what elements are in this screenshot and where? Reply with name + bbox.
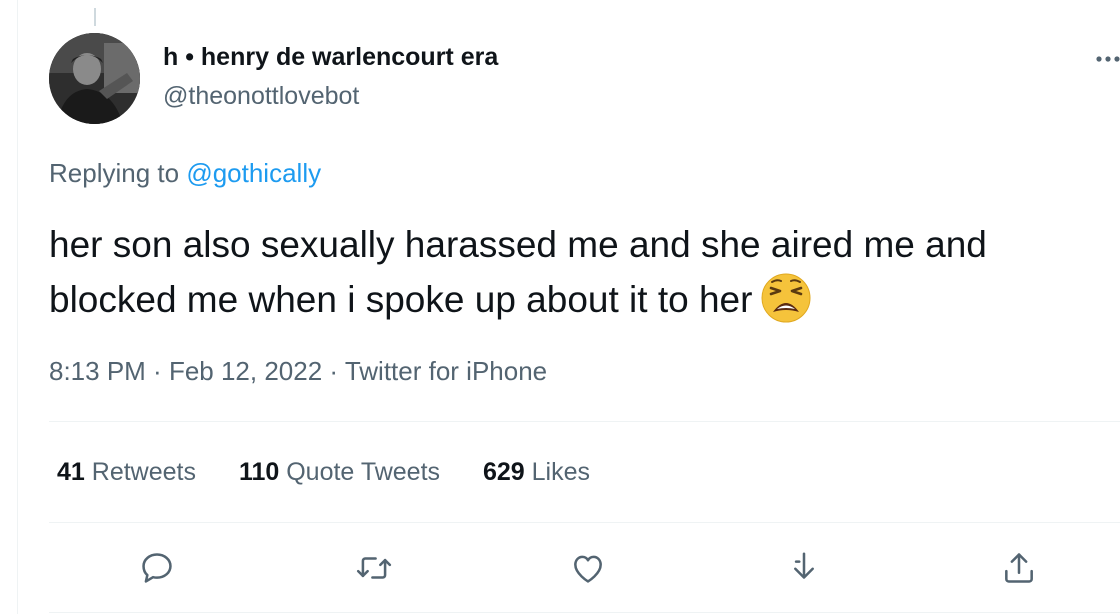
weary-face-emoji-icon: [760, 272, 812, 324]
display-name[interactable]: h • henry de warlencourt era: [163, 43, 498, 72]
tweet-date[interactable]: Feb 12, 2022: [169, 356, 322, 386]
likes-stat[interactable]: 629 Likes: [483, 458, 590, 487]
bookmark-download-icon: [794, 552, 814, 579]
tweet-text: her son also sexually harassed me and sh…: [49, 224, 987, 320]
meta-separator: ·: [322, 356, 345, 386]
retweets-count: 41: [57, 458, 85, 486]
reply-button[interactable]: [135, 546, 179, 590]
retweet-icon: [356, 557, 392, 579]
likes-label: Likes: [531, 458, 591, 486]
replying-to-prefix: Replying to: [49, 158, 180, 188]
quote-tweets-count: 110: [238, 458, 280, 486]
meta-separator: ·: [145, 356, 169, 386]
replying-to-link[interactable]: @gothically: [186, 158, 321, 188]
action-bar: [0, 546, 1120, 590]
share-icon: [1005, 553, 1033, 583]
avatar-photo-icon: [49, 33, 140, 124]
left-border-divider: [17, 0, 18, 614]
retweets-label: Retweets: [91, 458, 196, 486]
user-handle[interactable]: @theonottlovebot: [163, 82, 359, 111]
tweet-body: her son also sexually harassed me and sh…: [49, 218, 1089, 327]
reply-icon: [142, 553, 172, 583]
tweet-stats: 41 Retweets 110 Quote Tweets 629 Likes: [57, 458, 626, 487]
replying-to-line: Replying to @gothically: [49, 158, 321, 189]
tweet-card: h • henry de warlencourt era @theonottlo…: [0, 0, 1120, 614]
quote-tweets-stat[interactable]: 110 Quote Tweets: [239, 458, 440, 487]
avatar[interactable]: [49, 33, 140, 124]
likes-count: 629: [482, 458, 525, 486]
tweet-client[interactable]: Twitter for iPhone: [345, 356, 547, 386]
divider-bottom: [49, 612, 1120, 613]
thread-connector-line: [94, 8, 96, 26]
retweet-button[interactable]: [352, 546, 396, 590]
bookmark-button[interactable]: [782, 546, 826, 590]
heart-icon: [574, 555, 602, 583]
quote-tweets-label: Quote Tweets: [286, 458, 441, 486]
tweet-time[interactable]: 8:13 PM: [49, 356, 146, 386]
like-button[interactable]: [566, 546, 610, 590]
tweet-meta: 8:13 PM · Feb 12, 2022 · Twitter for iPh…: [49, 356, 547, 387]
divider-top: [49, 421, 1120, 422]
retweets-stat[interactable]: 41 Retweets: [57, 458, 196, 487]
more-dots-icon: [1096, 56, 1120, 62]
divider-middle: [49, 522, 1120, 523]
more-options-button[interactable]: [1090, 44, 1120, 74]
share-button[interactable]: [997, 546, 1041, 590]
